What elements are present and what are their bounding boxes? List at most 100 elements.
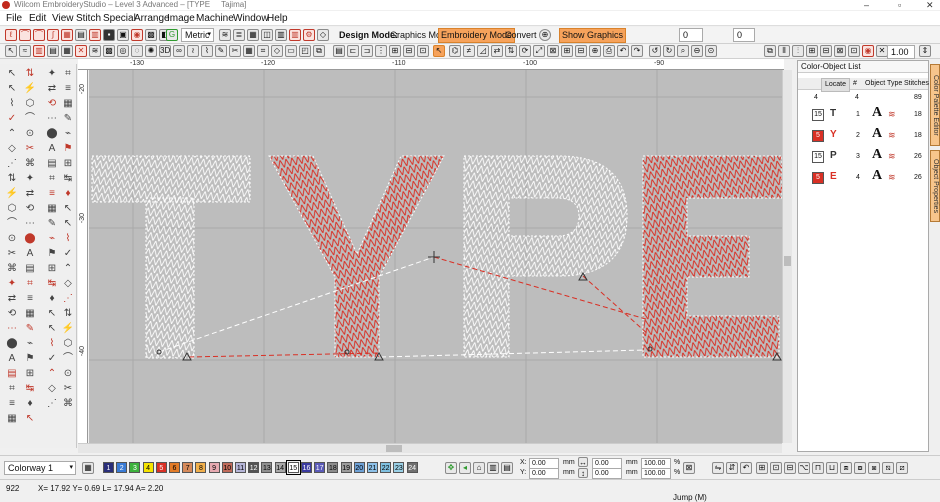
mirror-v-icon[interactable]: ⇵	[726, 462, 738, 474]
blackwork-icon[interactable]: ⌇	[201, 45, 213, 57]
tool-icon[interactable]: ⚑	[22, 352, 38, 366]
close-icon[interactable]: ✕	[926, 0, 934, 10]
convert-button[interactable]: Convert	[502, 28, 540, 43]
palette-color[interactable]: 4	[142, 462, 154, 473]
node-icon[interactable]: ⌬	[449, 45, 461, 57]
reshape-icon[interactable]: ↖	[433, 45, 445, 57]
tool-icon[interactable]: ⬤	[22, 232, 38, 246]
tool-icon[interactable]: ⬤	[4, 337, 20, 351]
tool-icon[interactable]: ⌇	[60, 232, 76, 246]
tool-icon[interactable]: ⌒	[22, 112, 38, 126]
tool-icon[interactable]: ⬤	[44, 127, 60, 141]
horizontal-scrollbar[interactable]	[78, 443, 782, 453]
3d-icon[interactable]: 3D	[159, 45, 171, 57]
tool-icon[interactable]: ⇄	[22, 187, 38, 201]
palette-color[interactable]: 3	[129, 462, 141, 473]
split-icon[interactable]: ⫴	[778, 45, 790, 57]
weld-objects-icon[interactable]: ⧈	[840, 462, 852, 474]
palette-color[interactable]: 7	[182, 462, 194, 473]
combine-icon[interactable]: ⧆	[868, 462, 880, 474]
field-b[interactable]: 0	[733, 28, 755, 42]
knife-icon[interactable]: ◇	[317, 29, 329, 41]
zoom-field[interactable]: 1.00	[887, 45, 915, 59]
palette-color[interactable]: 8	[195, 462, 207, 473]
tool-icon[interactable]: ▤	[4, 367, 20, 381]
tool-icon[interactable]: ⌒	[60, 352, 76, 366]
rotate-icon[interactable]: ⟳	[519, 45, 531, 57]
tool-icon[interactable]: ↖	[4, 67, 20, 81]
palette-color[interactable]: 6	[169, 462, 180, 473]
palette-color[interactable]: 18	[327, 462, 339, 473]
menu-image[interactable]: Image	[167, 13, 195, 24]
ribbon-icon[interactable]: ≀	[187, 45, 199, 57]
palette-icon[interactable]: ▦	[82, 462, 94, 474]
sort-icon[interactable]: ▤	[501, 462, 513, 474]
array-icon[interactable]: ⊟	[575, 45, 587, 57]
trim-icon[interactable]: ⚙	[303, 29, 315, 41]
tool-icon[interactable]: ⌗	[4, 382, 20, 396]
center-objects-icon[interactable]: ⊡	[770, 462, 782, 474]
y-field[interactable]: 0.00	[529, 468, 559, 479]
tool-icon[interactable]: ⌇	[4, 97, 20, 111]
layer-icon[interactable]: ⊡	[848, 45, 860, 57]
thread-chart-icon[interactable]: ▥	[487, 462, 499, 474]
color-object-row[interactable]: 15 T 1 A ≋ 18	[800, 104, 928, 126]
tool-icon[interactable]: ⌃	[4, 127, 20, 141]
tool-icon[interactable]: ⚡	[22, 82, 38, 96]
break-icon[interactable]: ≠	[463, 45, 475, 57]
tool-icon[interactable]: ⌃	[60, 262, 76, 276]
tool-icon[interactable]: ≡	[60, 82, 76, 96]
menu-machine[interactable]: Machine	[196, 13, 234, 24]
fill-icon[interactable]: ▦	[61, 29, 73, 41]
menu-file[interactable]: File	[6, 13, 22, 24]
tool-icon[interactable]: ✦	[44, 67, 60, 81]
pattern-icon[interactable]: ▥	[89, 29, 101, 41]
tab-object-properties[interactable]: Object Properties	[930, 150, 940, 222]
tool-icon[interactable]: ⌘	[60, 397, 76, 411]
stamp-icon[interactable]: ▪	[103, 29, 115, 41]
tool-icon[interactable]: ≡	[44, 187, 60, 201]
palette-color[interactable]: 5	[155, 462, 167, 473]
zoom-icon[interactable]: ⌕	[677, 45, 689, 57]
colorway-select[interactable]: Colorway 1 ▾	[4, 461, 76, 475]
palette-color[interactable]: 10	[221, 462, 233, 473]
tool-icon[interactable]: ⌗	[22, 277, 38, 291]
minimize-icon[interactable]: –	[864, 0, 869, 10]
tool-icon[interactable]: ⊙	[4, 232, 20, 246]
tool-icon[interactable]: ⌇	[44, 337, 60, 351]
tool-icon[interactable]: ⋰	[4, 157, 20, 171]
menu-special[interactable]: Special	[103, 13, 136, 24]
tool-icon[interactable]: ◇	[4, 142, 20, 156]
tool-icon[interactable]: ⌁	[22, 337, 38, 351]
units-select[interactable]: Metric ▾	[181, 28, 214, 42]
menu-edit[interactable]: Edit	[29, 13, 46, 24]
letter-e[interactable]	[642, 155, 782, 358]
menu-window[interactable]: Window	[233, 13, 269, 24]
palette-color[interactable]: 14	[274, 462, 286, 473]
tool-icon[interactable]: ⊞	[44, 262, 60, 276]
tool-icon[interactable]: ⚑	[60, 142, 76, 156]
tool-icon[interactable]: ⇄	[44, 82, 60, 96]
palette-color[interactable]: 16	[301, 462, 312, 473]
tool-icon[interactable]: ⬡	[22, 97, 38, 111]
tool-icon[interactable]: ◇	[44, 382, 60, 396]
undo-arrow-icon[interactable]: ↺	[649, 45, 661, 57]
tool-icon[interactable]: ⌁	[44, 232, 60, 246]
tool-icon[interactable]: ↹	[44, 277, 60, 291]
zoom-spin-icon[interactable]: ⇕	[919, 45, 931, 57]
lock-icon[interactable]: ▥	[275, 29, 287, 41]
tool-icon[interactable]: A	[44, 142, 60, 156]
applique-icon[interactable]: ▩	[145, 29, 157, 41]
satin-icon[interactable]: ⌒	[19, 29, 31, 41]
baseline-icon[interactable]: ⊠	[834, 45, 846, 57]
menu-view[interactable]: View	[52, 13, 74, 24]
tool-icon[interactable]: A	[4, 352, 20, 366]
group-icon[interactable]: ⊞	[389, 45, 401, 57]
lettering-icon[interactable]: ℓ	[5, 29, 17, 41]
color-object-row[interactable]: 5 Y 2 A ≋ 18	[800, 125, 928, 147]
tool-icon[interactable]: ▦	[22, 307, 38, 321]
tool-icon[interactable]: ✎	[44, 217, 60, 231]
tool-icon[interactable]: ⟲	[22, 202, 38, 216]
letter-y[interactable]	[268, 155, 445, 358]
tool-icon[interactable]: ↖	[22, 412, 38, 426]
